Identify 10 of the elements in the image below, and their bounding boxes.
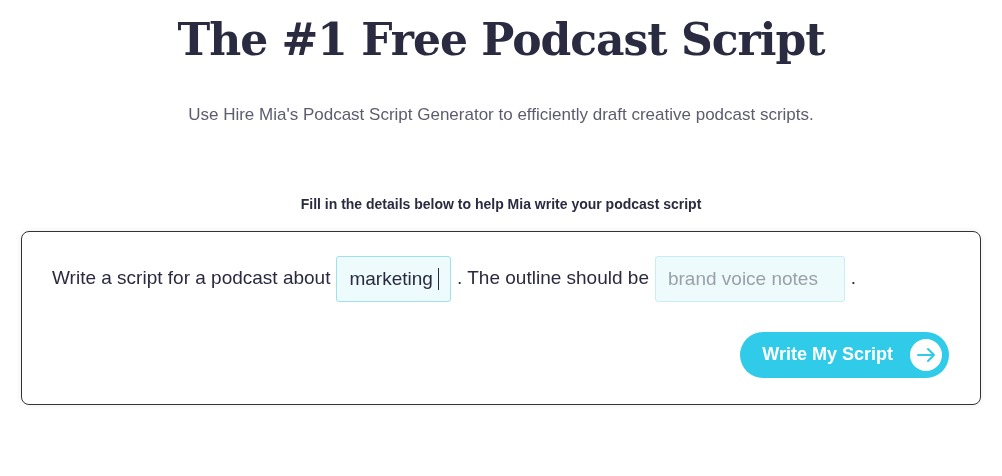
input-field[interactable]: brand voice notes: [654, 255, 845, 302]
subtitle: Use Hire Mia's Podcast Script Generator to efficiently draft creative podcast scripts.: [188, 104, 814, 126]
sentence-text: Write a script for a podcast about: [52, 266, 331, 291]
sentence-text: .: [850, 266, 857, 291]
page-title: The #1 Free Podcast Script: [177, 13, 825, 67]
text-cursor: [438, 267, 440, 290]
input-field[interactable]: marketing: [336, 255, 452, 302]
sentence-text: . The outline should be: [457, 266, 649, 291]
arrow-right-icon: [909, 337, 943, 372]
instruction-text: Fill in the details below to help Mia write your podcast script: [300, 194, 702, 214]
